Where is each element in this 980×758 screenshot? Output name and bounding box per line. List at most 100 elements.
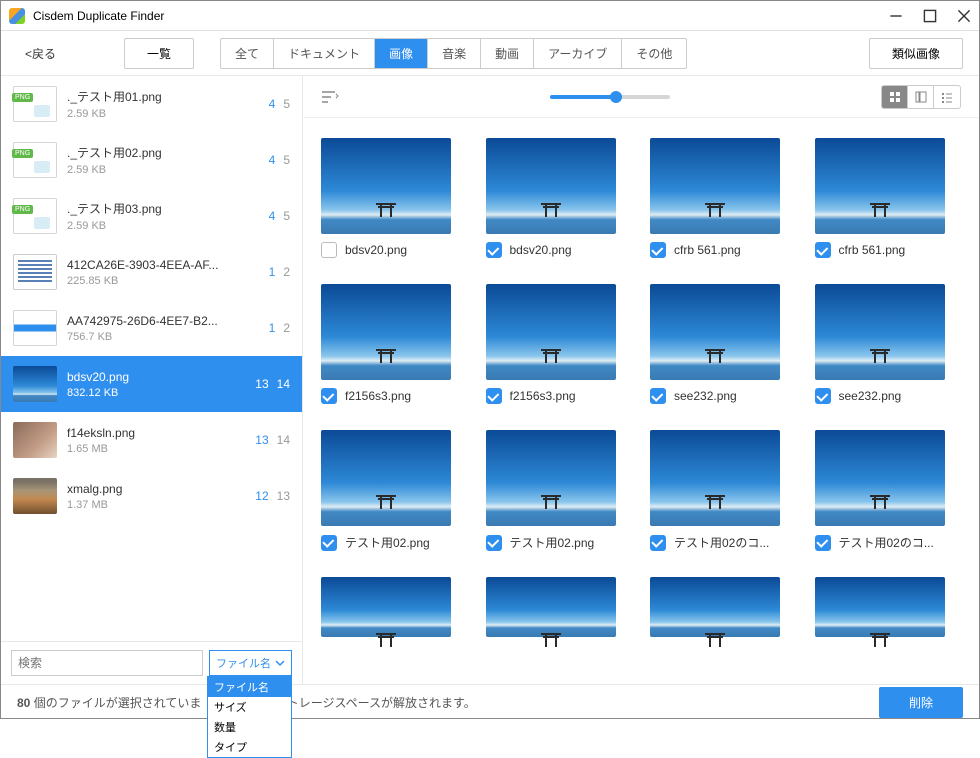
- grid-cell[interactable]: see232.png: [650, 284, 797, 404]
- checkbox[interactable]: [650, 388, 666, 404]
- list-item[interactable]: ._テスト用03.png 2.59 KB 45: [1, 188, 302, 244]
- sort-button[interactable]: ファイル名: [209, 650, 292, 676]
- sort-icon[interactable]: [321, 90, 339, 104]
- total-count: 2: [283, 265, 290, 279]
- list-thumb: [13, 478, 57, 514]
- checkbox[interactable]: [650, 242, 666, 258]
- file-name: f14eksln.png: [67, 426, 255, 440]
- list-item[interactable]: ._テスト用02.png 2.59 KB 45: [1, 132, 302, 188]
- cell-thumbnail: [815, 577, 945, 637]
- grid-cell[interactable]: テスト用02.png: [486, 430, 633, 551]
- tab-6[interactable]: その他: [622, 39, 686, 68]
- total-count: 2: [283, 321, 290, 335]
- tab-3[interactable]: 音楽: [428, 39, 481, 68]
- cell-thumbnail: [486, 430, 616, 526]
- tab-4[interactable]: 動画: [481, 39, 534, 68]
- total-count: 14: [277, 433, 290, 447]
- cell-thumbnail: [321, 284, 451, 380]
- tab-2[interactable]: 画像: [375, 39, 428, 68]
- tab-5[interactable]: アーカイブ: [534, 39, 622, 68]
- back-button[interactable]: <戻る: [17, 41, 64, 66]
- delete-button[interactable]: 削除: [879, 687, 963, 718]
- cell-thumbnail: [486, 138, 616, 234]
- grid-cell[interactable]: [650, 577, 797, 637]
- grid-cell[interactable]: bdsv20.png: [486, 138, 633, 258]
- file-size: 225.85 KB: [67, 275, 269, 287]
- window-title: Cisdem Duplicate Finder: [33, 9, 889, 23]
- checkbox[interactable]: [486, 242, 502, 258]
- cell-thumbnail: [650, 577, 780, 637]
- grid-cell[interactable]: [321, 577, 468, 637]
- thumbnail-size-slider[interactable]: [550, 95, 670, 99]
- maximize-button[interactable]: [923, 9, 937, 23]
- cell-thumbnail: [650, 284, 780, 380]
- sort-option[interactable]: 数量: [208, 717, 291, 737]
- grid-cell[interactable]: テスト用02のコ...: [650, 430, 797, 551]
- grid-cell[interactable]: [815, 577, 962, 637]
- sort-option[interactable]: タイプ: [208, 737, 291, 757]
- checkbox[interactable]: [321, 242, 337, 258]
- tab-0[interactable]: 全て: [221, 39, 274, 68]
- grid-cell[interactable]: see232.png: [815, 284, 962, 404]
- file-size: 832.12 KB: [67, 387, 255, 399]
- file-size: 1.37 MB: [67, 499, 255, 511]
- cell-filename: cfrb 561.png: [839, 243, 906, 257]
- column-view-button[interactable]: [908, 86, 934, 108]
- list-view-button[interactable]: [934, 86, 960, 108]
- content-toolbar: [303, 76, 979, 118]
- list-item[interactable]: 412CA26E-3903-4EEA-AF... 225.85 KB 12: [1, 244, 302, 300]
- list-item[interactable]: AA742975-26D6-4EE7-B2... 756.7 KB 12: [1, 300, 302, 356]
- checkbox[interactable]: [815, 242, 831, 258]
- checkbox[interactable]: [650, 535, 666, 551]
- close-button[interactable]: [957, 9, 971, 23]
- selected-count: 1: [269, 265, 276, 279]
- checkbox[interactable]: [815, 535, 831, 551]
- checkbox[interactable]: [815, 388, 831, 404]
- list-item[interactable]: xmalg.png 1.37 MB 1213: [1, 468, 302, 524]
- selected-count: 12: [255, 489, 268, 503]
- grid-cell[interactable]: bdsv20.png: [321, 138, 468, 258]
- toolbar: <戻る 一覧 全てドキュメント画像音楽動画アーカイブその他 類似画像: [1, 31, 979, 76]
- tab-1[interactable]: ドキュメント: [274, 39, 375, 68]
- sort-option[interactable]: ファイル名: [208, 677, 291, 697]
- file-size: 2.59 KB: [67, 164, 269, 176]
- grid-view-button[interactable]: [882, 86, 908, 108]
- cell-thumbnail: [815, 138, 945, 234]
- file-size: 1.65 MB: [67, 443, 255, 455]
- checkbox[interactable]: [486, 535, 502, 551]
- sidebar-footer: ファイル名 ファイル名サイズ数量タイプ: [1, 641, 302, 684]
- list-thumb: [13, 142, 57, 178]
- file-size: 2.59 KB: [67, 108, 269, 120]
- grid-cell[interactable]: f2156s3.png: [321, 284, 468, 404]
- similar-images-button[interactable]: 類似画像: [869, 38, 963, 69]
- duplicate-groups-list: ._テスト用01.png 2.59 KB 45 ._テスト用02.png 2.5…: [1, 76, 302, 641]
- sort-option[interactable]: サイズ: [208, 697, 291, 717]
- overview-button[interactable]: 一覧: [124, 38, 194, 69]
- cell-filename: テスト用02.png: [510, 534, 595, 551]
- list-thumb: [13, 86, 57, 122]
- checkbox[interactable]: [321, 535, 337, 551]
- grid-cell[interactable]: f2156s3.png: [486, 284, 633, 404]
- list-item[interactable]: ._テスト用01.png 2.59 KB 45: [1, 76, 302, 132]
- checkbox[interactable]: [486, 388, 502, 404]
- cell-filename: f2156s3.png: [510, 389, 576, 403]
- footer: 80 個のファイルが選択されていま ストレージスペースが解放されます。 削除: [1, 684, 979, 720]
- file-name: bdsv20.png: [67, 370, 255, 384]
- total-count: 5: [283, 209, 290, 223]
- total-count: 5: [283, 153, 290, 167]
- grid-cell[interactable]: [486, 577, 633, 637]
- search-input[interactable]: [11, 650, 203, 676]
- selected-count: 4: [269, 209, 276, 223]
- list-item[interactable]: f14eksln.png 1.65 MB 1314: [1, 412, 302, 468]
- checkbox[interactable]: [321, 388, 337, 404]
- file-name: 412CA26E-3903-4EEA-AF...: [67, 258, 269, 272]
- minimize-button[interactable]: [889, 9, 903, 23]
- grid-cell[interactable]: テスト用02のコ...: [815, 430, 962, 551]
- category-tabs: 全てドキュメント画像音楽動画アーカイブその他: [220, 38, 687, 69]
- grid-cell[interactable]: cfrb 561.png: [815, 138, 962, 258]
- list-thumb: [13, 422, 57, 458]
- list-item[interactable]: bdsv20.png 832.12 KB 1314: [1, 356, 302, 412]
- grid-cell[interactable]: テスト用02.png: [321, 430, 468, 551]
- cell-thumbnail: [815, 430, 945, 526]
- grid-cell[interactable]: cfrb 561.png: [650, 138, 797, 258]
